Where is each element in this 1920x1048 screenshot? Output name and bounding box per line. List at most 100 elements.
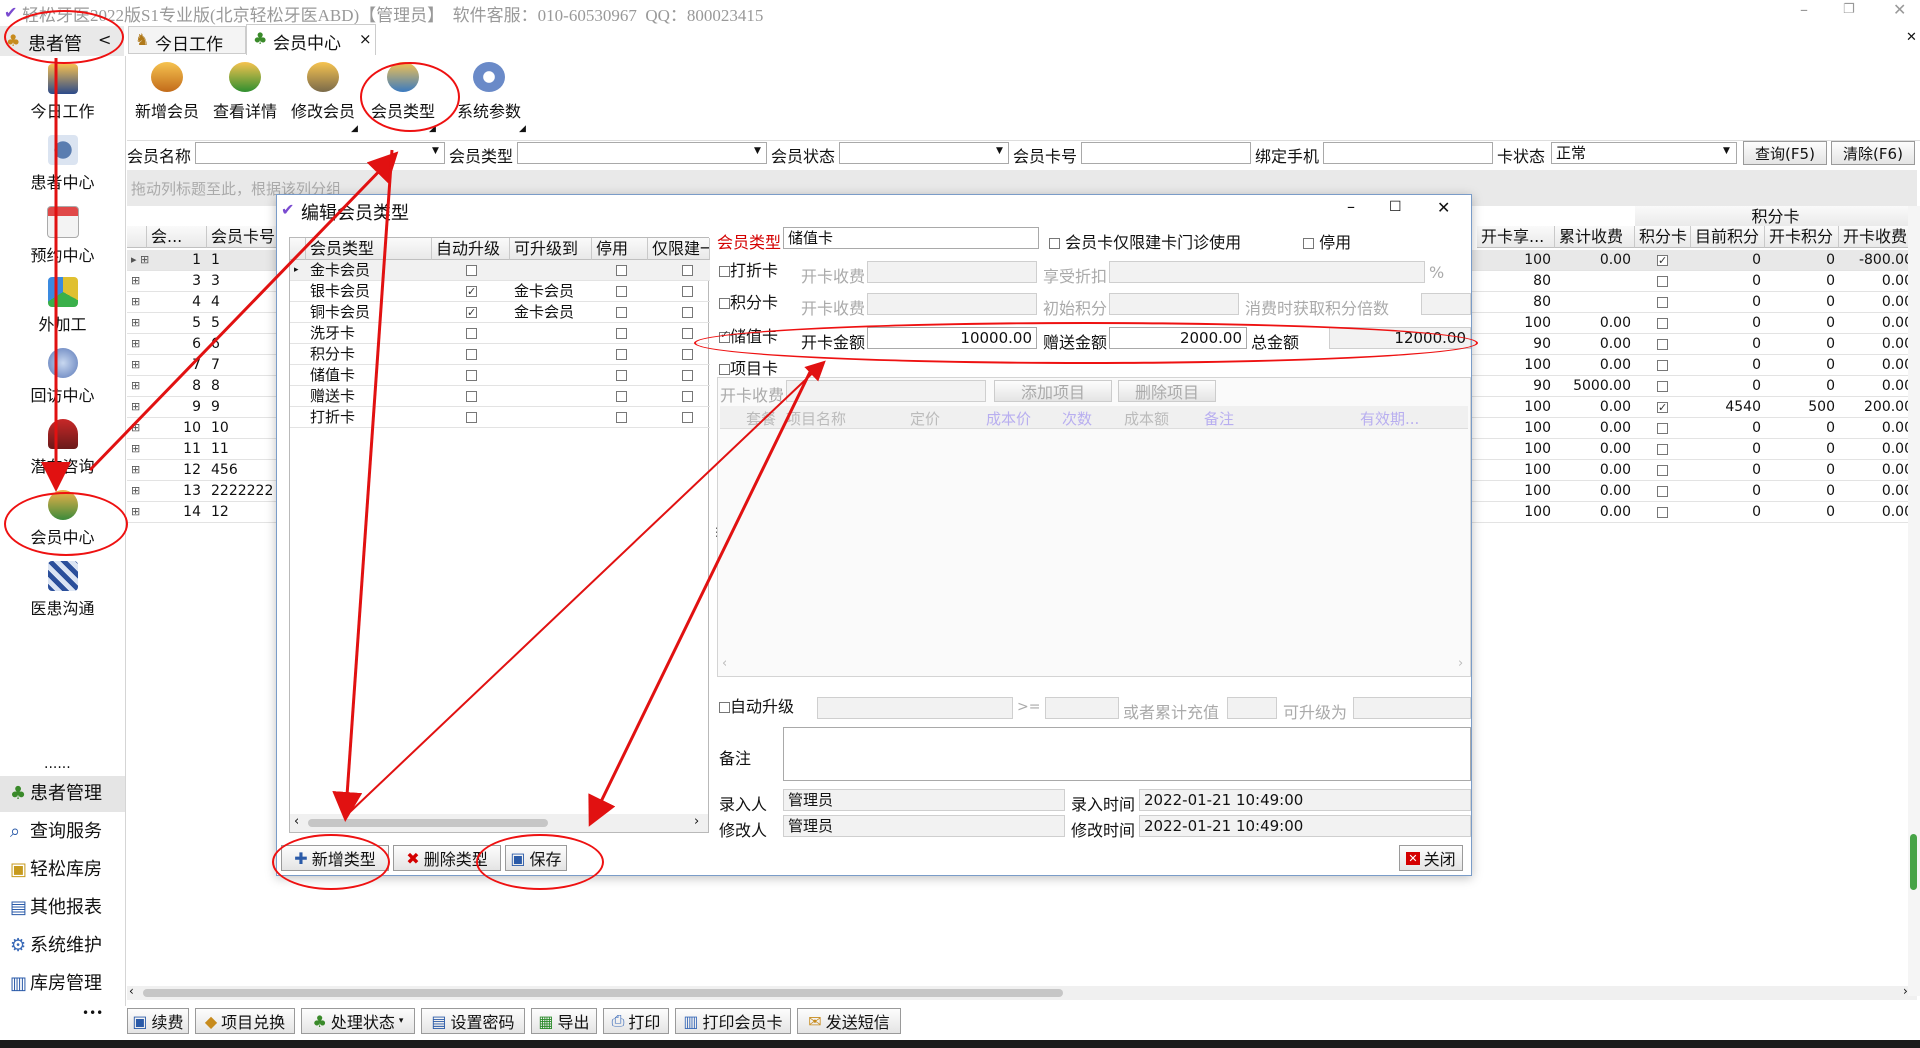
item-col-times[interactable]: 次数	[1062, 408, 1092, 429]
auto-upgrade-checkbox[interactable]	[462, 386, 482, 406]
card-status-select[interactable]: 正常	[1551, 142, 1737, 164]
only-clinic-checkbox[interactable]	[1049, 238, 1060, 249]
nav-query-service[interactable]: ⌕ 查询服务	[0, 814, 125, 850]
list-header-disabled[interactable]: 停用	[592, 238, 648, 260]
item-open-fee-input[interactable]	[786, 380, 986, 402]
delete-item-button[interactable]: 删除项目	[1118, 380, 1216, 402]
only-one-checkbox[interactable]	[678, 323, 698, 343]
member-type-button[interactable]: 会员类型	[367, 60, 439, 126]
open-fee-input[interactable]	[867, 261, 1037, 283]
auto-upgrade-checkbox[interactable]	[462, 344, 482, 364]
scroll-right-icon[interactable]: ›	[1458, 656, 1463, 671]
sidebar-ellipsis[interactable]: •••	[82, 1006, 103, 1020]
item-card-option[interactable]: 项目卡	[719, 355, 778, 379]
auto-upgrade-option[interactable]: 自动升级	[719, 693, 794, 717]
points-card-checkbox[interactable]	[1653, 250, 1683, 270]
tabs-close-all-icon[interactable]: ✕	[1906, 30, 1917, 45]
group-expand-icon[interactable]: ◢	[351, 124, 358, 134]
disabled-checkbox[interactable]	[612, 260, 632, 280]
tab-members[interactable]: ♣ 会员中心 ×	[246, 24, 376, 55]
nav-patient-management[interactable]: ♣ 患者管理	[0, 776, 125, 812]
points-card-checkbox[interactable]	[1653, 460, 1683, 480]
only-one-checkbox[interactable]	[678, 386, 698, 406]
scroll-left-icon[interactable]: ‹	[129, 984, 134, 998]
maximize-icon[interactable]: ☐	[1389, 199, 1402, 215]
upgrade-to-select[interactable]	[1353, 697, 1471, 719]
sidebar-item-members[interactable]: 会员中心	[0, 490, 125, 548]
disabled-checkbox[interactable]	[612, 386, 632, 406]
points-card-checkbox[interactable]	[1653, 334, 1683, 354]
list-item[interactable]: 赠送卡	[290, 386, 710, 407]
discount-card-option[interactable]: 打折卡	[719, 257, 778, 281]
item-col-validity[interactable]: 有效期...	[1360, 408, 1419, 429]
auto-upgrade-checkbox[interactable]	[462, 260, 482, 280]
only-one-checkbox[interactable]	[678, 344, 698, 364]
points-card-checkbox[interactable]	[1653, 355, 1683, 375]
list-header-auto-upgrade[interactable]: 自动升级	[432, 238, 510, 260]
collapse-icon[interactable]: <	[98, 30, 111, 49]
disabled-checkbox[interactable]	[612, 365, 632, 385]
nav-warehouse-management[interactable]: ▥ 库房管理	[0, 966, 125, 1002]
remark-textarea[interactable]	[783, 727, 1471, 781]
points-card-checkbox[interactable]	[1653, 376, 1683, 396]
points-card-checkbox[interactable]	[1653, 271, 1683, 291]
dropdown-arrow-icon[interactable]: ▼	[754, 146, 761, 156]
export-button[interactable]: ▦ 导出	[531, 1008, 597, 1034]
card-no-input[interactable]	[1081, 142, 1251, 164]
phone-input[interactable]	[1323, 142, 1493, 164]
sidebar-item-consult[interactable]: 潜在咨询	[0, 419, 125, 477]
close-dialog-icon[interactable]: ✕	[1437, 198, 1450, 217]
only-one-checkbox[interactable]	[678, 407, 698, 427]
disabled-option[interactable]: 停用	[1303, 229, 1351, 253]
minimize-icon[interactable]: –	[1347, 197, 1355, 216]
dropdown-arrow-icon[interactable]: ▼	[1723, 146, 1730, 156]
auto-upgrade-checkbox[interactable]	[462, 281, 482, 301]
scroll-left-icon[interactable]: ‹	[294, 814, 299, 829]
only-one-checkbox[interactable]	[678, 281, 698, 301]
stored-card-option[interactable]: 储值卡	[719, 323, 778, 347]
set-password-button[interactable]: ▤ 设置密码	[421, 1008, 525, 1034]
nav-storehouse[interactable]: ▣ 轻松库房	[0, 852, 125, 888]
grid-header-current-points[interactable]: 目前积分	[1691, 226, 1765, 248]
clear-button[interactable]: 清除(F6)	[1831, 141, 1915, 165]
stored-card-checkbox[interactable]	[719, 328, 730, 343]
item-col-remark[interactable]: 备注	[1204, 408, 1234, 429]
item-col-cost[interactable]: 成本价	[986, 408, 1031, 429]
dropdown-arrow-icon[interactable]: ▼	[996, 146, 1003, 156]
add-type-button[interactable]: ✚ 新增类型	[281, 845, 389, 871]
points-card-checkbox[interactable]	[1653, 397, 1683, 417]
system-params-button[interactable]: 系统参数	[453, 60, 525, 126]
grid-header-total-fee[interactable]: 累计收费	[1555, 226, 1635, 248]
list-header-only-one[interactable]: 仅限建一	[648, 238, 710, 260]
list-header-type[interactable]: 会员类型	[306, 238, 432, 260]
member-status-select[interactable]	[839, 142, 1009, 164]
item-card-checkbox[interactable]	[719, 364, 730, 375]
scroll-left-icon[interactable]: ‹	[722, 656, 727, 671]
only-clinic-option[interactable]: 会员卡仅限建卡门诊使用	[1049, 229, 1241, 253]
points-card-checkbox[interactable]	[1653, 481, 1683, 501]
points-card-checkbox[interactable]	[719, 298, 730, 309]
delete-type-button[interactable]: ✖ 删除类型	[393, 845, 501, 871]
item-col-cost-amount[interactable]: 成本额	[1124, 408, 1169, 429]
close-window-icon[interactable]: ✕	[1893, 0, 1906, 19]
list-item[interactable]: 打折卡	[290, 407, 710, 428]
points-open-fee-input[interactable]	[867, 293, 1037, 315]
print-button[interactable]: ⎙ 打印	[603, 1008, 669, 1034]
edit-member-button[interactable]: 修改会员	[287, 60, 359, 126]
list-item[interactable]: 洗牙卡	[290, 323, 710, 344]
scroll-thumb[interactable]	[308, 819, 548, 827]
disabled-checkbox[interactable]	[612, 344, 632, 364]
auto-upgrade-checkbox[interactable]	[462, 407, 482, 427]
only-one-checkbox[interactable]	[678, 365, 698, 385]
query-button[interactable]: 查询(F5)	[1743, 141, 1827, 165]
sidebar-item-patients[interactable]: 患者中心	[0, 135, 125, 193]
points-card-checkbox[interactable]	[1653, 502, 1683, 522]
auto-upgrade-checkbox[interactable]	[719, 702, 730, 713]
total-amount-input[interactable]: 12000.00	[1329, 327, 1471, 349]
renew-button[interactable]: ▣ 续费	[127, 1008, 189, 1034]
grid-v-scrollbar[interactable]	[1908, 206, 1920, 996]
recharge-input[interactable]	[1227, 697, 1277, 719]
redeem-item-button[interactable]: ◆ 项目兑换	[195, 1008, 295, 1034]
disabled-checkbox[interactable]	[1303, 238, 1314, 249]
auto-upgrade-checkbox[interactable]	[462, 323, 482, 343]
